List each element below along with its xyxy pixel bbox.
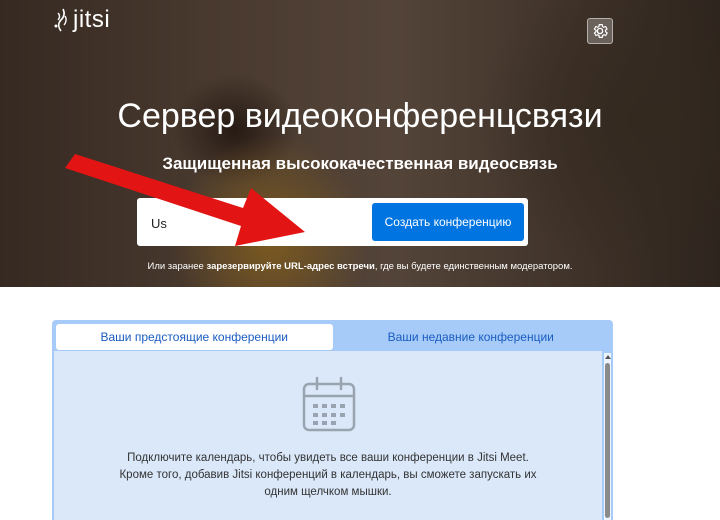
tab-recent-meetings[interactable]: Ваши недавние конференции — [333, 324, 610, 350]
create-meeting-button[interactable]: Создать конференцию — [372, 203, 524, 241]
panel-scrollbar[interactable] — [604, 353, 611, 520]
calendar-icon — [302, 376, 356, 432]
calendar-connect-message: Подключите календарь, чтобы увидеть все … — [119, 452, 537, 498]
reserve-url-link[interactable]: зарезервируйте URL-адрес встречи — [206, 261, 374, 272]
tab-upcoming-meetings[interactable]: Ваши предстоящие конференции — [56, 324, 333, 350]
scrollbar-thumb[interactable] — [605, 363, 610, 518]
scroll-up-icon[interactable] — [605, 355, 611, 359]
hint-prefix: Или заранее — [147, 261, 207, 272]
gear-icon — [593, 24, 608, 38]
reserve-hint: Или заранее зарезервируйте URL-адрес вст… — [0, 261, 720, 272]
meetings-panel: Ваши предстоящие конференции Ваши недавн… — [52, 320, 613, 520]
logo-text: jitsi — [73, 6, 111, 33]
red-arrow-annotation — [65, 154, 305, 246]
jitsi-logo[interactable]: jitsi — [52, 6, 110, 34]
settings-button[interactable] — [587, 18, 613, 44]
meetings-panel-body: Подключите календарь, чтобы увидеть все … — [54, 351, 602, 520]
hint-suffix: , где вы будете единственным модератором… — [374, 261, 573, 272]
meetings-tabs: Ваши предстоящие конференции Ваши недавн… — [56, 324, 609, 350]
page-title: Сервер видеоконференцсвязи — [117, 97, 603, 135]
jitsi-logo-icon — [54, 8, 67, 32]
